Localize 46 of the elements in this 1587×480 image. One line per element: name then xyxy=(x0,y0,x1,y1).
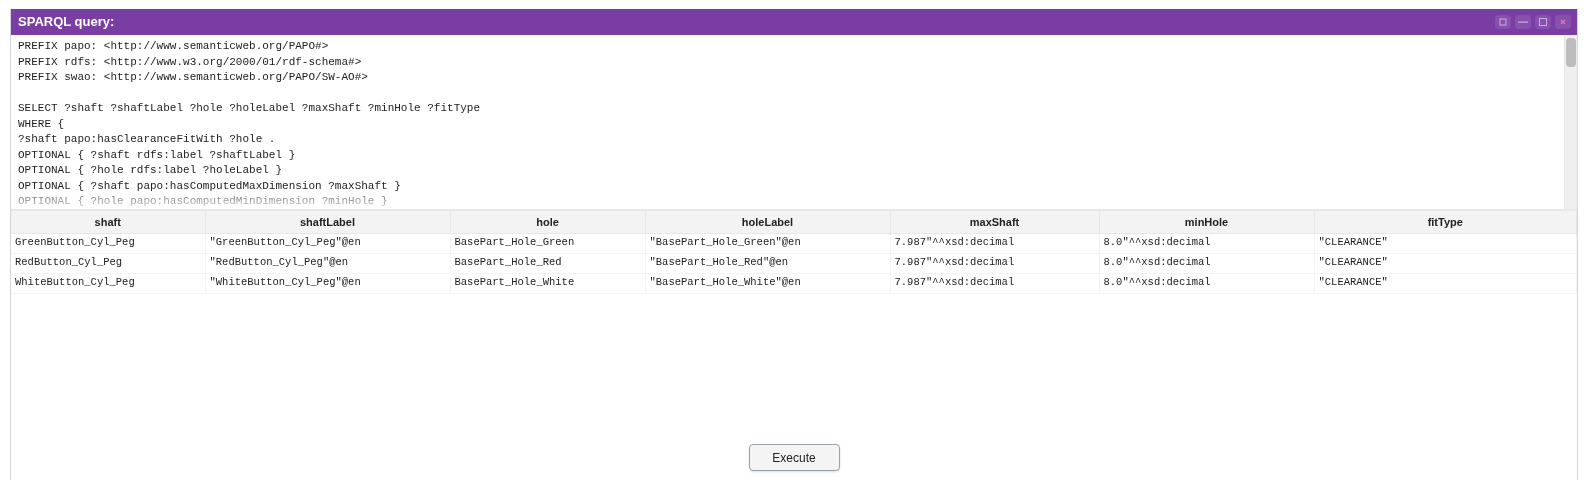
column-header[interactable]: hole xyxy=(450,211,645,233)
table-cell: "RedButton_Cyl_Peg"@en xyxy=(205,253,450,273)
table-cell: GreenButton_Cyl_Peg xyxy=(11,233,205,253)
table-cell: 7.987"^^xsd:decimal xyxy=(890,233,1099,253)
code-line: WHERE { xyxy=(18,116,65,132)
code-line: SELECT ?shaft ?shaftLabel ?hole ?holeLabel ?maxShaft ?minHole ?fitType xyxy=(18,101,481,116)
execute-button[interactable]: Execute xyxy=(748,444,840,471)
scrollbar[interactable] xyxy=(1564,35,1577,209)
code-line: PREFIX rdfs: <http://www.w3.org/2000/01/rdf-schema#> xyxy=(18,54,362,70)
table-cell: "BasePart_Hole_Red"@en xyxy=(645,253,890,273)
table-cell: 8.0"^^xsd:decimal xyxy=(1099,233,1314,253)
table-cell: "CLEARANCE" xyxy=(1314,273,1577,293)
table-cell: WhiteButton_Cyl_Peg xyxy=(11,273,205,293)
table-cell: BasePart_Hole_White xyxy=(450,273,645,293)
table-cell: "BasePart_Hole_Green"@en xyxy=(645,233,890,253)
column-header[interactable]: maxShaft xyxy=(890,211,1099,233)
table-cell: "CLEARANCE" xyxy=(1314,253,1577,273)
table-cell: "CLEARANCE" xyxy=(1314,233,1577,253)
column-header[interactable]: shaft xyxy=(11,211,205,233)
table-cell: RedButton_Cyl_Peg xyxy=(11,253,205,273)
restore-icon[interactable] xyxy=(1495,15,1511,29)
table-cell: 8.0"^^xsd:decimal xyxy=(1099,253,1314,273)
column-header[interactable]: holeLabel xyxy=(645,211,890,233)
code-line: PREFIX swao: <http://www.semanticweb.org/PAPO/SW-AO#> xyxy=(18,70,368,85)
code-line: OPTIONAL { ?shaft rdfs:label ?shaftLabel } xyxy=(18,147,296,163)
column-header[interactable]: fitType xyxy=(1314,211,1577,233)
close-icon[interactable] xyxy=(1555,15,1571,29)
column-header[interactable]: minHole xyxy=(1099,211,1314,233)
code-line: OPTIONAL { ?hole papo:hasComputedMinDimension ?minHole } xyxy=(18,194,388,209)
code-line: OPTIONAL { ?hole rdfs:label ?holeLabel } xyxy=(18,163,283,178)
maximize-icon[interactable] xyxy=(1535,15,1551,29)
code-line: ?shaft papo:hasClearanceFitWith ?hole . xyxy=(18,132,276,147)
table-cell: "BasePart_Hole_White"@en xyxy=(645,273,890,293)
table-cell: "WhiteButton_Cyl_Peg"@en xyxy=(205,273,450,293)
code-line: PREFIX papo: <http://www.semanticweb.org/PAPO#> xyxy=(18,39,329,54)
code-line: OPTIONAL { ?shaft papo:hasComputedMaxDimension ?maxShaft } xyxy=(18,178,401,194)
table-cell: 8.0"^^xsd:decimal xyxy=(1099,273,1314,293)
scrollbar-thumb[interactable] xyxy=(1566,38,1576,67)
table-cell: "GreenButton_Cyl_Peg"@en xyxy=(205,233,450,253)
table-cell: 7.987"^^xsd:decimal xyxy=(890,253,1099,273)
window-title: SPARQL query: xyxy=(18,13,115,32)
column-header[interactable]: shaftLabel xyxy=(205,211,450,233)
minimize-icon[interactable] xyxy=(1515,15,1531,29)
table-cell: BasePart_Hole_Green xyxy=(450,233,645,253)
table-cell: BasePart_Hole_Red xyxy=(450,253,645,273)
table-cell: 7.987"^^xsd:decimal xyxy=(890,273,1099,293)
